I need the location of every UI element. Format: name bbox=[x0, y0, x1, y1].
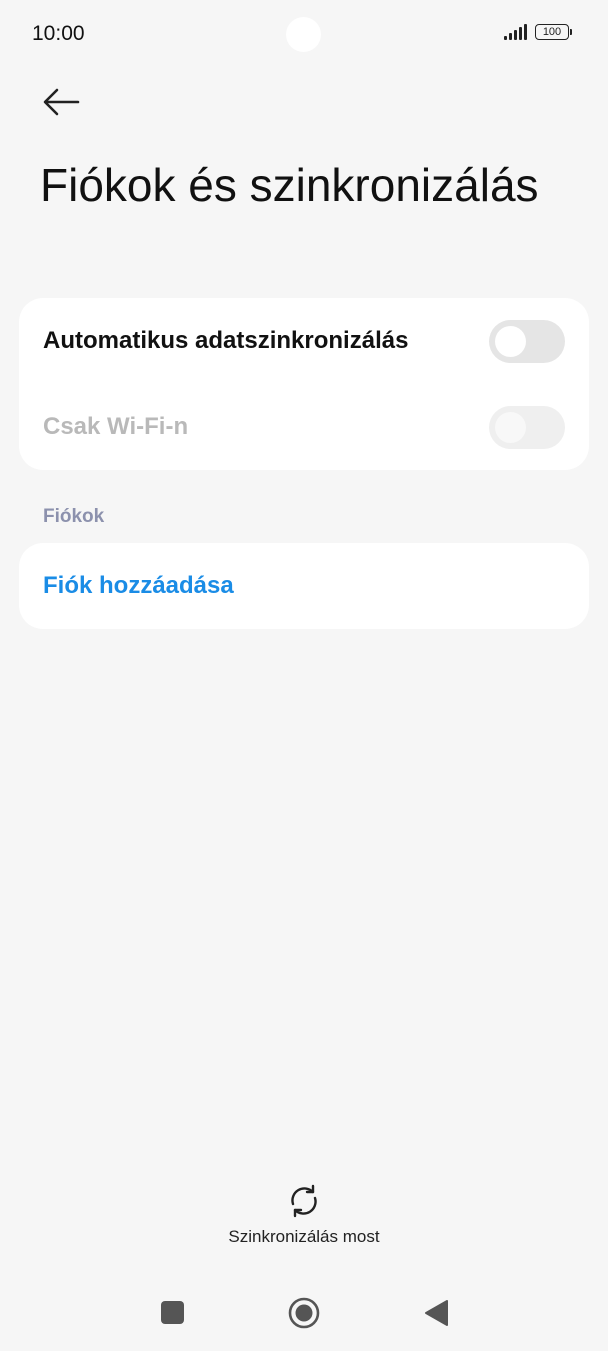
status-time: 10:00 bbox=[32, 22, 85, 45]
wifi-only-label: Csak Wi-Fi-n bbox=[43, 413, 189, 440]
accounts-card: Fiók hozzáadása bbox=[19, 543, 589, 629]
front-camera bbox=[286, 17, 321, 52]
home-icon[interactable] bbox=[288, 1297, 320, 1329]
back-icon[interactable] bbox=[423, 1299, 449, 1327]
add-account-button[interactable]: Fiók hozzáadása bbox=[43, 543, 234, 629]
battery-level: 100 bbox=[535, 24, 569, 40]
phone-screen: 10:00 100 Fiókok és szinkronizálás Autom… bbox=[0, 0, 608, 1351]
wifi-only-row[interactable]: Csak Wi-Fi-n bbox=[43, 397, 565, 457]
auto-sync-row[interactable]: Automatikus adatszinkronizálás bbox=[43, 311, 565, 371]
sync-icon bbox=[291, 1184, 317, 1218]
arrow-left-icon bbox=[43, 88, 80, 116]
signal-icon bbox=[504, 24, 527, 40]
auto-sync-toggle[interactable] bbox=[489, 319, 565, 363]
toggle-knob bbox=[495, 325, 526, 357]
toggle-knob bbox=[495, 411, 526, 443]
sync-settings-card: Automatikus adatszinkronizálás Csak Wi-F… bbox=[19, 298, 589, 470]
page-title: Fiókok és szinkronizálás bbox=[40, 159, 539, 211]
sync-now-button[interactable]: Szinkronizálás most bbox=[204, 1183, 404, 1247]
recent-apps-icon[interactable] bbox=[161, 1301, 184, 1324]
navigation-bar bbox=[0, 1290, 608, 1336]
battery-icon: 100 bbox=[535, 24, 572, 40]
status-icons: 100 bbox=[504, 24, 572, 40]
sync-now-label: Szinkronizálás most bbox=[228, 1227, 380, 1246]
wifi-only-toggle[interactable] bbox=[489, 405, 565, 449]
auto-sync-label: Automatikus adatszinkronizálás bbox=[43, 327, 409, 354]
back-button[interactable] bbox=[40, 84, 84, 120]
accounts-section-label: Fiókok bbox=[43, 506, 105, 527]
